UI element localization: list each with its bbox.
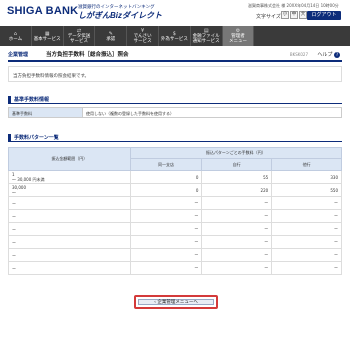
fee-other-bank: ー — [271, 235, 342, 249]
font-medium-button[interactable]: 中 — [290, 11, 298, 19]
range-end: 〜 30,000 円未満 — [12, 177, 45, 182]
font-large-button[interactable]: 大 — [299, 11, 307, 19]
table-row: ー ー ー ー — [8, 196, 342, 210]
fee-info-row: 基準手数料 使用しない（複数の登録した手数料を使用する） — [8, 107, 342, 118]
main-content: 企業管理 当方負担手数料［総合振込］照会 BKSK027 ヘルプ ? 当方負担手… — [8, 48, 343, 275]
fee-same-branch: ー — [129, 222, 203, 236]
table-row: ー ー ー ー — [8, 209, 342, 223]
col-same-branch: 同一支店 — [129, 158, 203, 171]
table-row: ー ー ー ー — [8, 261, 342, 275]
fee-own-bank: ー — [201, 248, 273, 262]
help-label: ヘルプ — [317, 52, 333, 58]
nav-home[interactable]: ⌂ ホーム — [0, 26, 32, 46]
fee-pattern-table: 振込金額範囲（円） 振込パターンごとの手数料（円） 同一支店 自行 他行 1 〜 … — [8, 147, 343, 275]
fee-same-branch: ー — [129, 261, 203, 275]
range-start: ー — [12, 239, 16, 245]
range-start: ー — [12, 265, 16, 271]
service-name: しがぎんBizダイレクト — [78, 11, 162, 20]
nav-label: 基本サービス — [33, 36, 61, 42]
page-title: 当方負担手数料［総合振込］照会 — [46, 52, 129, 58]
top-header: SHIGA BANK 滋賀銀行のインターネットバンキング しがぎんBizダイレク… — [0, 0, 350, 26]
col-own-bank: 自行 — [201, 158, 273, 171]
fee-own-bank: ー — [201, 222, 273, 236]
fee-other-bank: ー — [271, 248, 342, 262]
fee-own-bank: ー — [201, 235, 273, 249]
font-size-label: 文字サイズ — [256, 14, 281, 20]
fee-other-bank: 550 — [271, 183, 342, 197]
user-info: 滋賀商事株式会社 様 20XX年04月14日 10時00分 — [248, 3, 339, 8]
range-start: ー — [12, 226, 16, 232]
col-pattern-group: 振込パターンごとの手数料（円） — [129, 147, 343, 159]
nav-foreign-exchange[interactable]: $ 外為サービス — [159, 26, 191, 46]
col-amount-range: 振込金額範囲（円） — [8, 147, 131, 171]
nav-label: 管理者 メニュー — [228, 34, 247, 44]
fee-same-branch: ー — [129, 196, 203, 210]
font-small-button[interactable]: 小 — [281, 11, 289, 19]
fee-own-bank: 55 — [201, 170, 273, 184]
fee-pattern-heading: 手数料パターン一覧 — [8, 134, 342, 142]
table-row: 30,000 〜 0 220 550 — [8, 183, 342, 197]
fee-other-bank: ー — [271, 222, 342, 236]
range-start: ー — [12, 213, 16, 219]
help-icon: ? — [334, 52, 340, 58]
fee-same-branch: ー — [129, 209, 203, 223]
fee-other-bank: ー — [271, 261, 342, 275]
nav-label: ホーム — [8, 36, 23, 42]
back-button-label: 企業管理メニューへ — [157, 300, 198, 305]
nav-approval[interactable]: ✎ 承認 — [95, 26, 128, 46]
fee-own-bank: ー — [201, 209, 273, 223]
fee-other-bank: 330 — [271, 170, 342, 184]
help-link[interactable]: ヘルプ ? — [317, 51, 340, 58]
nav-label: 承認 — [106, 36, 116, 42]
fee-same-branch: 0 — [129, 183, 203, 197]
fee-info-key: 基準手数料 — [9, 108, 83, 117]
main-nav: ⌂ ホーム ▦ 基本サービス ⇄ データ伝送 サービス ✎ 承認 ¥ でんさい … — [0, 26, 350, 46]
back-button-highlight: ‹ 企業管理メニューへ — [134, 295, 218, 309]
nav-basic-services[interactable]: ▦ 基本サービス — [32, 26, 64, 46]
nav-data-transfer[interactable]: ⇄ データ伝送 サービス — [64, 26, 96, 46]
range-start: ー — [12, 200, 16, 206]
fee-own-bank: ー — [201, 261, 273, 275]
fee-other-bank: ー — [271, 209, 342, 223]
table-row: 1 〜 30,000 円未満 0 55 330 — [8, 170, 342, 184]
fee-own-bank: 220 — [201, 183, 273, 197]
page-category: 企業管理 — [8, 51, 29, 58]
nav-file-notification[interactable]: ▤ 金融ファイル 通知サービス — [191, 26, 223, 46]
fee-same-branch: ー — [129, 235, 203, 249]
fee-same-branch: ー — [129, 248, 203, 262]
fee-info-heading: 基準手数料情報 — [8, 96, 342, 104]
bank-logo: SHIGA BANK — [7, 5, 79, 17]
table-row: ー ー ー ー — [8, 222, 342, 236]
nav-admin-menu[interactable]: ⚙ 管理者 メニュー — [222, 26, 255, 46]
range-end: 〜 — [12, 190, 16, 195]
fee-same-branch: 0 — [129, 170, 203, 184]
back-to-company-menu-button[interactable]: ‹ 企業管理メニューへ — [138, 299, 214, 305]
table-row: ー ー ー ー — [8, 235, 342, 249]
nav-label: でんさい サービス — [133, 34, 152, 44]
range-start: ー — [12, 252, 16, 258]
screen-id: BKSK027 — [289, 52, 308, 57]
logout-button[interactable]: ログアウト — [307, 11, 341, 20]
fee-own-bank: ー — [201, 196, 273, 210]
result-message: 当方負担手数料情報の照会結果です。 — [8, 66, 342, 82]
nav-densai[interactable]: ¥ でんさい サービス — [127, 26, 159, 46]
table-row: ー ー ー ー — [8, 248, 342, 262]
nav-label: 外為サービス — [160, 36, 188, 42]
fee-info-value: 使用しない（複数の登録した手数料を使用する） — [86, 111, 174, 116]
col-other-bank: 他行 — [271, 158, 342, 171]
nav-label: データ伝送 サービス — [67, 34, 91, 44]
fee-other-bank: ー — [271, 196, 342, 210]
nav-label: 金融ファイル 通知サービス — [192, 34, 220, 44]
